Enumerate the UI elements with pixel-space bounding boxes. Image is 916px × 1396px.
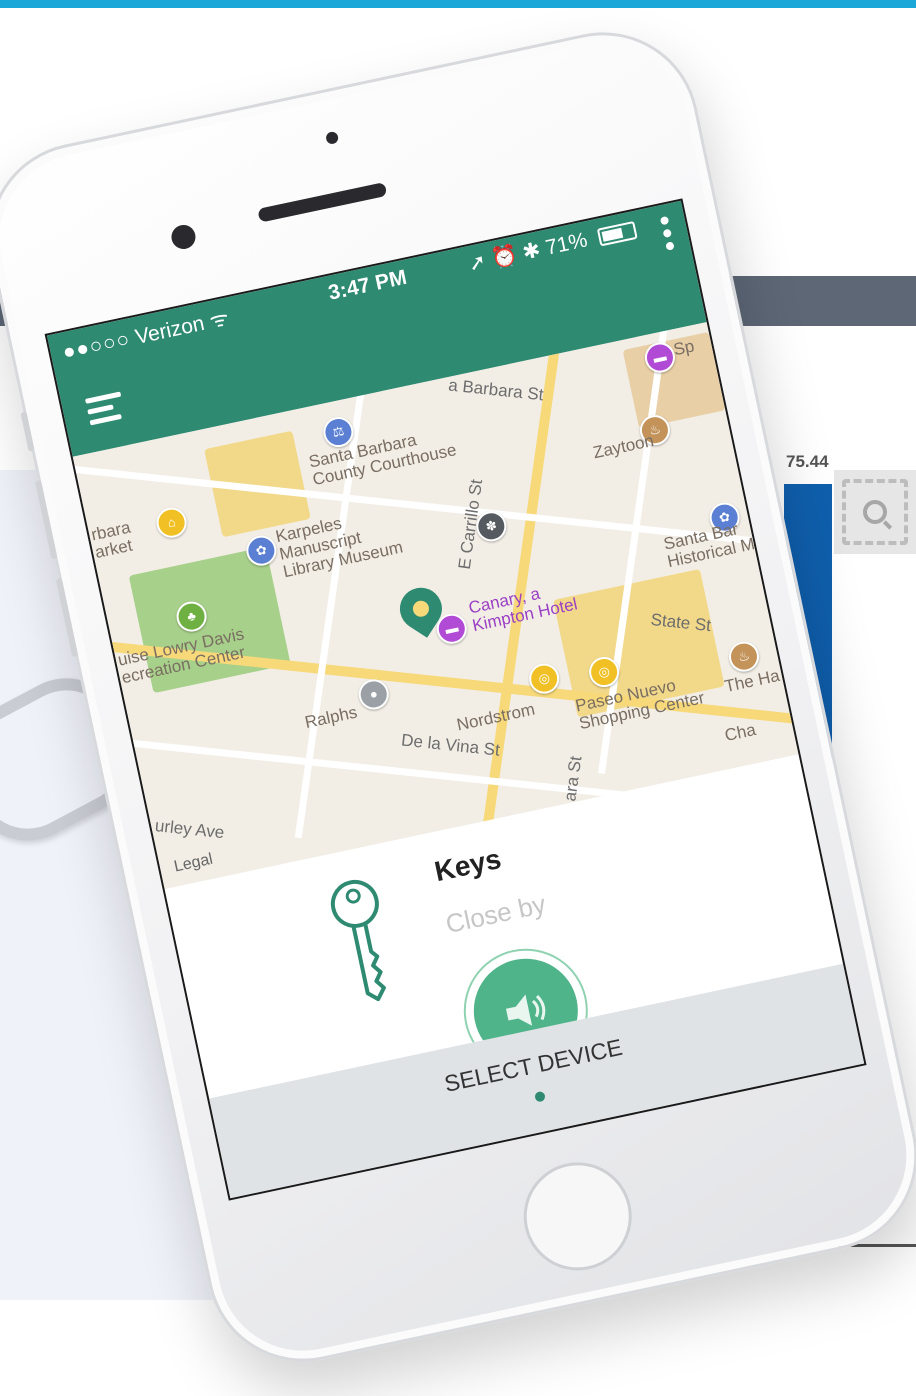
- map-legal-link[interactable]: Legal: [173, 851, 215, 877]
- street-label: urley Ave: [154, 816, 226, 843]
- phone-screen: ●●○○○ Verizon ᯤ 3:47 PM ➚ ⏰ ✱ 71% ⚖ ✿ ⌂ …: [44, 198, 867, 1201]
- street-label: ara St: [560, 754, 586, 803]
- map-label: Santa Bar Historical M: [661, 519, 757, 572]
- status-bar: ●●○○○ Verizon ᯤ 3:47 PM ➚ ⏰ ✱ 71%: [48, 207, 688, 369]
- map-label: Cha: [723, 720, 758, 746]
- zoom-button[interactable]: [834, 470, 916, 554]
- map-label: Ralphs: [303, 702, 359, 733]
- battery-icon: [596, 221, 638, 247]
- top-accent-stripe: [0, 0, 916, 8]
- market-poi-icon[interactable]: ⌂: [153, 504, 190, 541]
- magnifier-icon: [863, 500, 887, 524]
- zoom-frame-icon: [842, 479, 908, 545]
- restaurant-poi-icon[interactable]: ♨: [726, 638, 762, 675]
- street-label: De la Vina St: [400, 730, 501, 760]
- battery-percent: 71%: [543, 228, 590, 260]
- chart-value-label: 75.44: [786, 452, 829, 471]
- ralphs-poi-icon[interactable]: ●: [355, 676, 392, 713]
- device-status: Close by: [443, 888, 549, 940]
- street-label: a Barbara St: [447, 375, 545, 405]
- location-alarm-bluetooth-icons: ➚ ⏰ ✱: [466, 238, 543, 277]
- front-camera: [169, 222, 198, 252]
- map-label: The Ha: [722, 665, 782, 697]
- page-indicator-dot: [534, 1090, 546, 1103]
- device-name: Keys: [431, 842, 504, 888]
- map-label: rbara arket: [89, 517, 135, 562]
- home-button[interactable]: [513, 1152, 642, 1281]
- earpiece-speaker: [257, 182, 388, 223]
- status-right: ➚ ⏰ ✱ 71%: [466, 217, 638, 277]
- key-icon: [330, 879, 386, 1002]
- proximity-sensor: [325, 130, 340, 146]
- mute-switch: [20, 411, 35, 452]
- menu-icon[interactable]: [85, 391, 126, 429]
